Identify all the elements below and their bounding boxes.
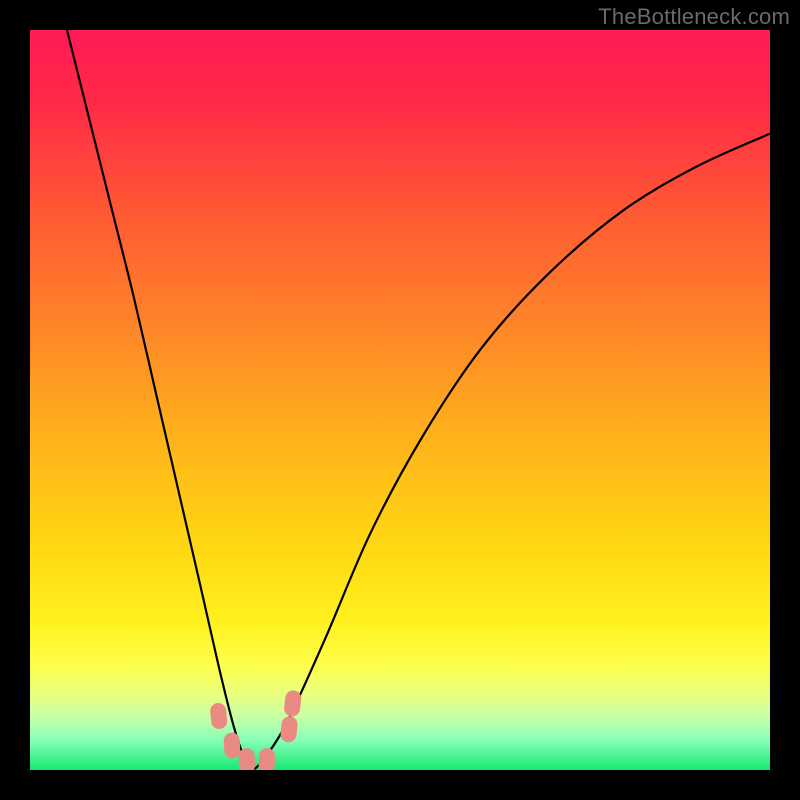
marker [210, 702, 228, 729]
marker [258, 748, 275, 770]
marker [283, 690, 302, 718]
plot-area [30, 30, 770, 770]
curve-markers [210, 690, 303, 770]
marker [239, 748, 255, 770]
watermark-text: TheBottleneck.com [598, 4, 790, 30]
chart-frame: TheBottleneck.com [0, 0, 800, 800]
marker [223, 732, 240, 759]
marker [280, 716, 299, 744]
curve-layer [30, 30, 770, 770]
bottleneck-curve [67, 30, 770, 770]
